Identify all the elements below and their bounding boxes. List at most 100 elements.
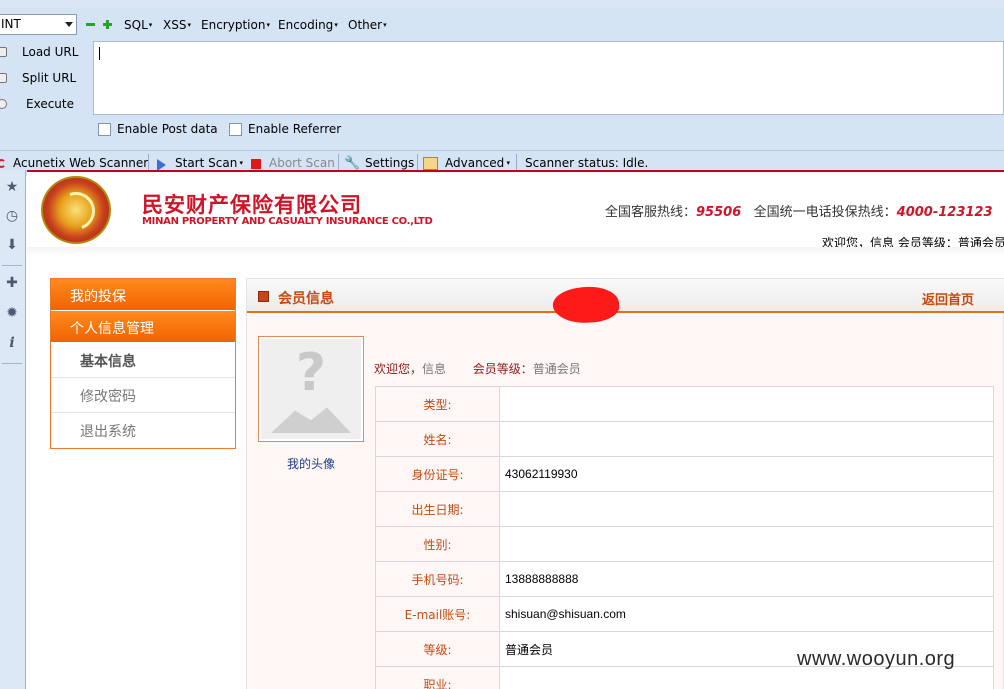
split-url-icon	[0, 73, 7, 83]
avatar: ?	[261, 339, 361, 439]
field-label: 身份证号:	[375, 456, 500, 492]
minus-icon[interactable]	[86, 23, 95, 26]
panel-body: ? 我的头像 欢迎您，信息 会员等级：普通会员 类型: 姓名: 身份证号: 43062…	[247, 315, 1003, 689]
advanced-icon	[423, 157, 438, 170]
execute-button[interactable]: Execute	[26, 97, 74, 111]
table-row: 性别:	[375, 526, 994, 562]
nav-personal-info[interactable]: 个人信息管理	[51, 311, 235, 342]
table-row: 姓名:	[375, 421, 994, 457]
menu-encoding[interactable]: Encoding▾	[278, 18, 338, 32]
table-row: 身份证号: 43062119930	[375, 456, 994, 492]
enable-referrer-label: Enable Referrer	[248, 122, 342, 136]
field-label: 手机号码:	[375, 561, 500, 597]
back-home-link[interactable]: 返回首页	[922, 289, 974, 308]
nav-my-insurance[interactable]: 我的投保	[51, 279, 235, 310]
logo-swirl	[50, 185, 102, 237]
table-row: 类型:	[375, 386, 994, 422]
avatar-label[interactable]: 我的头像	[258, 455, 364, 472]
header-shadow	[27, 247, 1004, 257]
field-value: 13888888888	[499, 561, 994, 597]
split-url-button[interactable]: Split URL	[22, 71, 76, 85]
text-cursor	[99, 47, 100, 60]
menu-other[interactable]: Other▾	[348, 18, 387, 32]
menu-xss[interactable]: XSS▾	[163, 18, 191, 32]
field-label: 姓名:	[375, 421, 500, 457]
table-row: 出生日期:	[375, 491, 994, 527]
field-label: 性别:	[375, 526, 500, 562]
wrench-icon: 🔧	[344, 156, 361, 171]
settings-button[interactable]: Settings	[365, 156, 414, 170]
hackbar-toolbar: INT SQL▾ XSS▾ Encryption▾ Encoding▾ Othe…	[0, 8, 1004, 176]
sidebar-divider	[2, 265, 22, 266]
welcome-label: 欢迎您，	[374, 362, 423, 376]
member-welcome: 欢迎您，信息 会员等级：普通会员	[374, 360, 581, 377]
puzzle-addon-icon[interactable]: ✚	[3, 274, 21, 292]
start-scan-button[interactable]: Start Scan ▾	[175, 156, 243, 170]
scanner-status: Scanner status: Idle.	[525, 156, 649, 170]
field-value	[499, 386, 994, 422]
hotline-label-2: 全国统一电话投保热线：	[753, 205, 897, 220]
hotline-info: 全国客服热线：95506 全国统一电话投保热线：4000-123123	[605, 201, 993, 220]
nav-basic-info[interactable]: 基本信息	[51, 343, 235, 378]
level-value: 普通会员	[532, 362, 581, 376]
field-label: 职业:	[375, 666, 500, 689]
question-mark-icon: ?	[295, 343, 327, 403]
bookmarks-bar	[0, 0, 1004, 8]
field-label: 等级:	[375, 631, 500, 667]
enable-referrer-checkbox[interactable]	[229, 123, 242, 136]
table-row: 手机号码: 13888888888	[375, 561, 994, 597]
member-sidenav: 我的投保 个人信息管理 基本信息 修改密码 退出系统	[50, 278, 236, 449]
avatar-frame[interactable]: ?	[258, 336, 364, 442]
acunetix-label[interactable]: Acunetix Web Scanner	[13, 156, 148, 170]
menu-sql[interactable]: SQL▾	[124, 18, 152, 32]
member-info-table: 类型: 姓名: 身份证号: 43062119930 出生日期: 性别: 手机号码: 13888…	[375, 386, 994, 689]
field-label: 类型:	[375, 386, 500, 422]
menu-encryption[interactable]: Encryption▾	[201, 18, 270, 32]
bookmark-star-icon[interactable]: ★	[3, 178, 21, 196]
load-url-icon	[0, 47, 7, 57]
gear-icon[interactable]: ✹	[3, 304, 21, 322]
company-name-cn: 民安财产保险有限公司	[142, 193, 362, 217]
nav-change-password[interactable]: 修改密码	[51, 378, 235, 413]
header-top-line	[27, 170, 1004, 172]
field-value	[499, 421, 994, 457]
level-label: 会员等级：	[472, 362, 533, 376]
enable-post-label: Enable Post data	[117, 122, 218, 136]
hotline-number-2: 4000-123123	[896, 205, 993, 220]
welcome-name: 信息	[422, 362, 447, 376]
square-bullet-icon	[258, 291, 269, 302]
field-value	[499, 526, 994, 562]
info-icon[interactable]: i	[3, 334, 21, 352]
hackbar-select[interactable]: INT	[0, 14, 77, 35]
sidebar-divider	[2, 363, 22, 364]
advanced-button[interactable]: Advanced ▾	[445, 156, 510, 170]
abort-scan-button[interactable]: Abort Scan	[269, 156, 335, 170]
hotline-label-1: 全国客服热线：	[605, 205, 697, 220]
panel-header: 会员信息 返回首页	[247, 279, 1004, 313]
web-page: 民安财产保险有限公司 MINAN PROPERTY AND CASUALTY I…	[27, 170, 1004, 689]
company-name-en: MINAN PROPERTY AND CASUALTY INSURANCE CO…	[142, 216, 433, 227]
field-label: E-mail账号:	[375, 596, 500, 632]
placeholder-image-icon	[271, 407, 351, 433]
hackbar-select-value: INT	[1, 17, 21, 31]
download-arrow-icon[interactable]: ⬇	[3, 236, 21, 254]
watermark-text: www.wooyun.org	[797, 648, 956, 670]
field-value: shisuan@shisuan.com	[499, 596, 994, 632]
chevron-down-icon	[65, 22, 73, 27]
acunetix-icon	[0, 159, 6, 168]
field-value	[499, 491, 994, 527]
stop-icon	[251, 159, 261, 169]
enable-post-checkbox[interactable]	[98, 123, 111, 136]
history-clock-icon[interactable]: ◷	[3, 207, 21, 225]
hackbar-url-textarea[interactable]	[93, 41, 1004, 115]
company-logo	[41, 176, 111, 244]
table-row: E-mail账号: shisuan@shisuan.com	[375, 596, 994, 632]
nav-logout[interactable]: 退出系统	[51, 413, 235, 448]
execute-icon	[0, 99, 7, 109]
member-info-panel: 会员信息 返回首页 ? 我的头像 欢迎您，信息 会员等级：普通会员 类型: 姓名:…	[246, 278, 1004, 689]
field-value: 43062119930	[499, 456, 994, 492]
panel-title: 会员信息	[278, 291, 334, 307]
load-url-button[interactable]: Load URL	[22, 45, 78, 59]
plus-icon-vertical	[106, 20, 109, 29]
browser-sidebar: ★ ◷ ⬇ ✚ ✹ i	[0, 170, 26, 689]
